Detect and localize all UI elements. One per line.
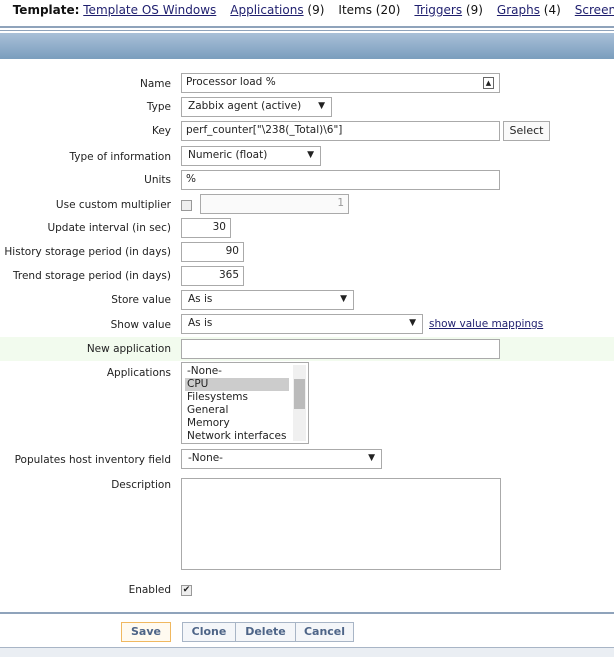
list-item[interactable]: Filesystems — [185, 391, 289, 404]
name-label: Name — [140, 78, 171, 90]
divider — [0, 30, 614, 31]
applications-listbox[interactable]: -None- CPU Filesystems General Memory Ne… — [181, 362, 309, 444]
history-input[interactable]: 90 — [181, 242, 244, 262]
trend-input[interactable]: 365 — [181, 266, 244, 286]
update-input[interactable]: 30 — [181, 218, 231, 238]
nav-applications-link[interactable]: Applications — [230, 3, 303, 17]
macro-icon[interactable]: ▲ — [483, 77, 494, 89]
units-input[interactable]: % — [181, 170, 500, 190]
applications-label: Applications — [106, 367, 171, 379]
inventory-select[interactable]: -None- ▼ — [181, 449, 382, 469]
divider — [0, 26, 614, 28]
inventory-label: Populates host inventory field — [14, 454, 171, 466]
type-info-select[interactable]: Numeric (float) ▼ — [181, 146, 321, 166]
scrollbar[interactable] — [293, 365, 306, 441]
cancel-button[interactable]: Cancel — [295, 622, 354, 642]
chevron-down-icon: ▼ — [318, 101, 325, 111]
new-app-label: New application — [86, 343, 171, 355]
update-label: Update interval (in sec) — [47, 222, 171, 234]
form-header-band — [0, 33, 614, 59]
name-input[interactable]: Processor load % ▲ — [181, 73, 500, 93]
new-application-input[interactable] — [181, 339, 500, 359]
applications-count: (9) — [307, 3, 325, 17]
list-item[interactable]: Network interfaces — [185, 430, 289, 443]
clone-button[interactable]: Clone — [182, 622, 236, 642]
multiplier-checkbox[interactable] — [181, 200, 192, 211]
description-textarea[interactable] — [181, 478, 501, 570]
key-label: Key — [151, 125, 171, 137]
show-label: Show value — [110, 319, 171, 331]
enabled-label: Enabled — [128, 584, 171, 596]
template-label: Template: — [12, 3, 80, 17]
enabled-checkbox[interactable]: ✔ — [181, 585, 192, 596]
list-item[interactable]: CPU — [185, 378, 289, 391]
multiplier-label: Use custom multiplier — [55, 199, 171, 211]
type-label: Type — [146, 101, 171, 113]
nav-template-link[interactable]: Template OS Windows — [83, 3, 216, 17]
key-input[interactable]: perf_counter["\238(_Total)\6"] — [181, 121, 500, 141]
list-item[interactable]: -None- — [185, 365, 289, 378]
template-nav: tTemplate: Template OS WindowsApplicatio… — [0, 3, 614, 17]
type-info-label: Type of information — [69, 151, 171, 163]
graphs-count: (4) — [543, 3, 561, 17]
store-select[interactable]: As is ▼ — [181, 290, 354, 310]
select-key-button[interactable]: Select — [503, 121, 550, 141]
delete-button[interactable]: Delete — [235, 622, 296, 642]
nav-items: Items (20) — [338, 3, 401, 17]
nav-graphs-link[interactable]: Graphs — [497, 3, 540, 17]
multiplier-input[interactable]: 1 — [200, 194, 349, 214]
divider — [0, 612, 614, 614]
history-label: History storage period (in days) — [4, 246, 171, 258]
save-button[interactable]: Save — [121, 622, 171, 642]
type-select[interactable]: Zabbix agent (active) ▼ — [181, 97, 332, 117]
list-item[interactable]: General — [185, 404, 289, 417]
chevron-down-icon: ▼ — [307, 150, 314, 160]
triggers-count: (9) — [465, 3, 483, 17]
store-label: Store value — [111, 294, 171, 306]
list-item[interactable]: Memory — [185, 417, 289, 430]
chevron-down-icon: ▼ — [368, 453, 375, 463]
chevron-down-icon: ▼ — [340, 294, 347, 304]
nav-screens-link[interactable]: Screens — [575, 3, 614, 17]
description-label: Description — [111, 479, 171, 491]
nav-triggers-link[interactable]: Triggers — [414, 3, 462, 17]
chevron-down-icon: ▼ — [409, 318, 416, 328]
show-select[interactable]: As is ▼ — [181, 314, 423, 334]
units-label: Units — [144, 174, 171, 186]
show-value-mappings-link[interactable]: show value mappings — [429, 318, 543, 330]
scroll-thumb[interactable] — [294, 379, 305, 409]
trend-label: Trend storage period (in days) — [13, 270, 171, 282]
footer-bar — [0, 647, 614, 657]
